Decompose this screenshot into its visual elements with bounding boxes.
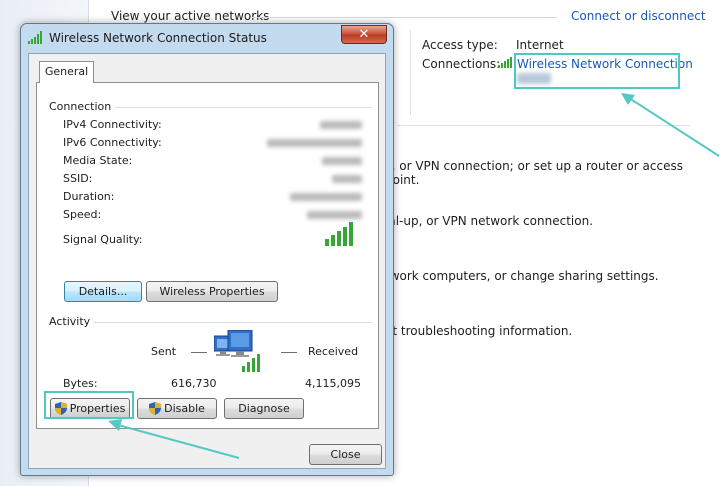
troubleshoot-text[interactable]: et troubleshooting information. [385, 324, 572, 338]
window-title: Wireless Network Connection Status [49, 31, 267, 45]
network-divider [410, 30, 411, 115]
access-type-label: Access type: [422, 38, 498, 52]
speed-value [307, 211, 362, 219]
media-state-value [322, 157, 362, 165]
wireless-properties-button[interactable]: Wireless Properties [146, 281, 278, 302]
sent-label: Sent [151, 345, 177, 358]
bytes-received-value: 4,115,095 [305, 377, 361, 390]
connect-to-network-text[interactable]: ial-up, or VPN network connection. [385, 214, 593, 228]
received-dash [281, 352, 297, 353]
details-button[interactable]: Details... [64, 281, 142, 302]
wireless-signal-icon [28, 31, 45, 47]
ipv6-connectivity-label: IPv6 Connectivity: [63, 136, 162, 149]
access-type-value: Internet [516, 38, 564, 52]
disable-button[interactable]: Disable [137, 398, 217, 419]
ipv4-connectivity-value [320, 121, 362, 129]
setup-connection-text[interactable]: c, or VPN connection; or set up a router… [385, 159, 721, 187]
connection-group-label: Connection [49, 100, 116, 113]
disable-button-label: Disable [164, 402, 205, 415]
general-tab-panel: Connection IPv4 Connectivity: IPv6 Conne… [36, 82, 379, 429]
received-label: Received [308, 345, 359, 358]
connection-link-highlight [514, 53, 680, 89]
window-close-button[interactable]: ✕ [341, 25, 387, 44]
uac-shield-icon [149, 402, 162, 421]
tab-general[interactable]: General [39, 61, 94, 83]
duration-label: Duration: [63, 190, 115, 203]
diagnose-button[interactable]: Diagnose [224, 398, 304, 419]
properties-button-highlight [44, 391, 134, 419]
network-computers-icon [213, 329, 266, 377]
heading-divider [252, 17, 557, 18]
ssid-label: SSID: [63, 172, 93, 185]
activity-group-label: Activity [49, 315, 95, 328]
signal-strength-icon [325, 222, 355, 249]
ipv4-connectivity-label: IPv4 Connectivity: [63, 118, 162, 131]
sent-dash [191, 352, 207, 353]
ipv6-connectivity-value [267, 139, 362, 147]
media-state-label: Media State: [63, 154, 133, 167]
close-button[interactable]: Close [309, 444, 382, 465]
activity-group-line [49, 322, 372, 323]
signal-quality-label: Signal Quality: [63, 233, 143, 246]
connect-or-disconnect-link[interactable]: Connect or disconnect [571, 9, 706, 23]
duration-value [290, 193, 362, 201]
title-bar[interactable]: Wireless Network Connection Status ✕ [21, 24, 393, 53]
active-networks-heading: View your active networks [111, 9, 270, 23]
wireless-signal-icon [498, 56, 514, 71]
homegroup-sharing-text[interactable]: twork computers, or change sharing setti… [385, 269, 659, 283]
speed-label: Speed: [63, 208, 102, 221]
ssid-value [332, 175, 362, 183]
bytes-sent-value: 616,730 [171, 377, 217, 390]
connections-label: Connections: [422, 57, 501, 71]
section-divider [397, 125, 690, 126]
bytes-label: Bytes: [63, 377, 98, 390]
